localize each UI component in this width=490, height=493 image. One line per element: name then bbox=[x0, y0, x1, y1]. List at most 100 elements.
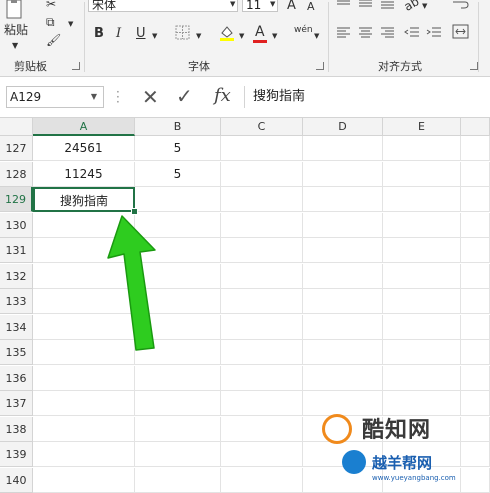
cell-a137[interactable] bbox=[33, 391, 135, 416]
column-header-d[interactable]: D bbox=[303, 118, 383, 136]
cell-e134[interactable] bbox=[383, 314, 461, 340]
cell-d127[interactable] bbox=[303, 136, 383, 161]
cell-d128[interactable] bbox=[303, 161, 383, 187]
fill-color-icon[interactable] bbox=[218, 24, 236, 47]
cell-c130[interactable] bbox=[221, 212, 303, 238]
alignment-dialog-launcher-icon[interactable] bbox=[470, 62, 478, 70]
phonetic-dropdown-icon[interactable]: ▼ bbox=[314, 28, 319, 44]
cell-e136[interactable] bbox=[383, 365, 461, 391]
column-header-b[interactable]: B bbox=[135, 118, 221, 136]
row-header-130[interactable]: 130 bbox=[0, 212, 33, 238]
align-middle-icon[interactable] bbox=[358, 0, 374, 15]
row-header-139[interactable]: 139 bbox=[0, 442, 33, 467]
font-size-dropdown-icon[interactable]: ▼ bbox=[270, 0, 275, 12]
underline-button[interactable]: U bbox=[136, 26, 146, 42]
row-header-132[interactable]: 132 bbox=[0, 263, 33, 289]
copy-dropdown-icon[interactable]: ▼ bbox=[68, 16, 73, 32]
cell-c129[interactable] bbox=[221, 187, 303, 212]
enter-icon[interactable]: ✓ bbox=[176, 84, 193, 108]
font-color-dropdown-icon[interactable]: ▼ bbox=[272, 28, 277, 44]
italic-button[interactable]: I bbox=[116, 26, 121, 42]
fill-handle[interactable] bbox=[131, 208, 138, 215]
wrap-text-icon[interactable] bbox=[452, 0, 470, 15]
cell-b139[interactable] bbox=[135, 442, 221, 467]
cell-e131[interactable] bbox=[383, 238, 461, 263]
cut-icon[interactable]: ✂ bbox=[46, 0, 56, 12]
cell-a127[interactable]: 24561 bbox=[33, 136, 135, 161]
format-painter-icon[interactable]: 🖌 bbox=[46, 32, 61, 48]
cell-e133[interactable] bbox=[383, 289, 461, 314]
paste-icon[interactable] bbox=[4, 0, 26, 20]
cell-c127[interactable] bbox=[221, 136, 303, 161]
cell-d129[interactable] bbox=[303, 187, 383, 212]
cell-d135[interactable] bbox=[303, 340, 383, 365]
font-color-button[interactable]: A bbox=[255, 24, 265, 40]
cell-d132[interactable] bbox=[303, 263, 383, 289]
cell-b136[interactable] bbox=[135, 365, 221, 391]
paste-dropdown-icon[interactable]: ▼ bbox=[12, 38, 18, 54]
cell-b128[interactable]: 5 bbox=[135, 161, 221, 187]
align-left-icon[interactable] bbox=[336, 26, 352, 45]
column-header-c[interactable]: C bbox=[221, 118, 303, 136]
cell-d130[interactable] bbox=[303, 212, 383, 238]
align-center-icon[interactable] bbox=[358, 26, 374, 45]
decrease-indent-icon[interactable] bbox=[404, 26, 420, 45]
phonetic-guide-icon[interactable]: wén bbox=[294, 22, 313, 38]
borders-icon[interactable] bbox=[175, 25, 191, 46]
cell-c128[interactable] bbox=[221, 161, 303, 187]
column-header-e[interactable]: E bbox=[383, 118, 461, 136]
name-box[interactable]: A129 ▼ bbox=[6, 86, 104, 108]
cell-c135[interactable] bbox=[221, 340, 303, 365]
row-header-129[interactable]: 129 bbox=[0, 187, 33, 212]
select-all-corner[interactable] bbox=[0, 118, 33, 136]
formula-bar-grip-icon[interactable]: · · · bbox=[116, 86, 120, 108]
cell-e135[interactable] bbox=[383, 340, 461, 365]
cell-c134[interactable] bbox=[221, 314, 303, 340]
cell-b138[interactable] bbox=[135, 416, 221, 442]
cell-b129[interactable] bbox=[135, 187, 221, 212]
row-header-134[interactable]: 134 bbox=[0, 314, 33, 340]
column-header-a[interactable]: A bbox=[33, 118, 135, 136]
cell-c137[interactable] bbox=[221, 391, 303, 416]
cell-d133[interactable] bbox=[303, 289, 383, 314]
cell-a138[interactable] bbox=[33, 416, 135, 442]
fill-color-dropdown-icon[interactable]: ▼ bbox=[239, 28, 244, 44]
row-header-133[interactable]: 133 bbox=[0, 289, 33, 314]
shrink-font-button[interactable]: A bbox=[307, 0, 315, 15]
cell-c131[interactable] bbox=[221, 238, 303, 263]
row-header-137[interactable]: 137 bbox=[0, 391, 33, 416]
font-name-select[interactable]: 宋体 bbox=[88, 0, 238, 12]
orientation-dropdown-icon[interactable]: ▼ bbox=[422, 0, 427, 14]
orientation-icon[interactable]: ab bbox=[401, 0, 422, 15]
cell-c136[interactable] bbox=[221, 365, 303, 391]
cell-a136[interactable] bbox=[33, 365, 135, 391]
font-dialog-launcher-icon[interactable] bbox=[316, 62, 324, 70]
cell-e130[interactable] bbox=[383, 212, 461, 238]
cell-d134[interactable] bbox=[303, 314, 383, 340]
cell-e127[interactable] bbox=[383, 136, 461, 161]
cell-b140[interactable] bbox=[135, 467, 221, 493]
cell-d131[interactable] bbox=[303, 238, 383, 263]
increase-indent-icon[interactable] bbox=[426, 26, 442, 45]
cell-b127[interactable]: 5 bbox=[135, 136, 221, 161]
row-header-135[interactable]: 135 bbox=[0, 340, 33, 365]
row-header-131[interactable]: 131 bbox=[0, 238, 33, 263]
cell-a128[interactable]: 11245 bbox=[33, 161, 135, 187]
cell-c140[interactable] bbox=[221, 467, 303, 493]
bold-button[interactable]: B bbox=[94, 26, 104, 42]
align-right-icon[interactable] bbox=[380, 26, 396, 45]
cell-d136[interactable] bbox=[303, 365, 383, 391]
cell-a129[interactable]: 搜狗指南 bbox=[33, 187, 135, 212]
cell-a140[interactable] bbox=[33, 467, 135, 493]
cancel-icon[interactable]: ✕ bbox=[142, 85, 159, 109]
row-header-140[interactable]: 140 bbox=[0, 467, 33, 493]
insert-function-icon[interactable]: fx bbox=[214, 85, 231, 106]
align-bottom-icon[interactable] bbox=[380, 0, 396, 15]
cell-e132[interactable] bbox=[383, 263, 461, 289]
formula-input[interactable]: 搜狗指南 bbox=[244, 86, 490, 108]
cell-c132[interactable] bbox=[221, 263, 303, 289]
name-box-dropdown-icon[interactable]: ▼ bbox=[91, 87, 97, 107]
cell-b137[interactable] bbox=[135, 391, 221, 416]
copy-icon[interactable]: ⧉ bbox=[46, 14, 55, 30]
font-name-dropdown-icon[interactable]: ▼ bbox=[230, 0, 235, 12]
